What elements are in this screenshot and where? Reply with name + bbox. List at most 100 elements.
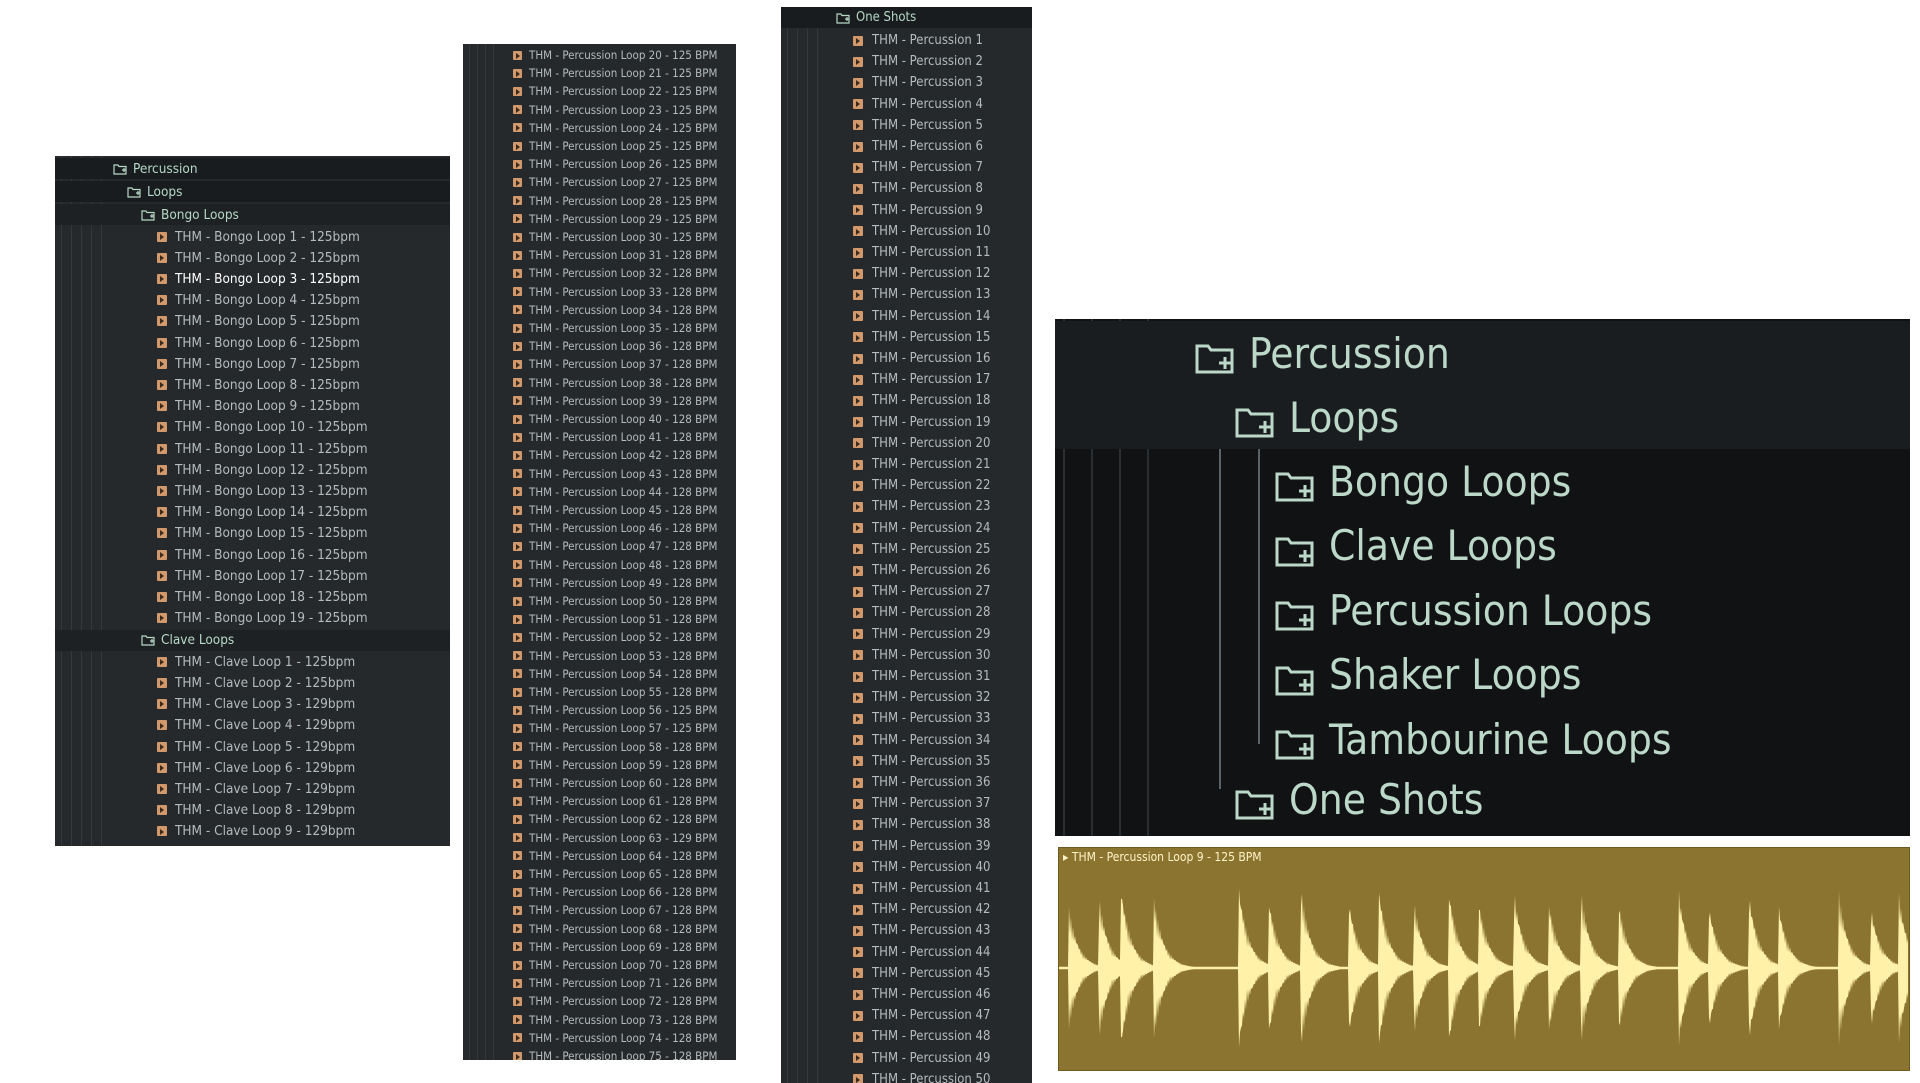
file-item[interactable]: THM - Percussion 48: [781, 1026, 1032, 1047]
file-item[interactable]: THM - Percussion Loop 36 - 128 BPM: [463, 337, 736, 355]
folder-clave-loops[interactable]: Clave Loops: [55, 629, 450, 651]
folder-subfolder[interactable]: Bongo Loops: [1055, 449, 1910, 513]
file-item[interactable]: THM - Percussion 18: [781, 390, 1032, 411]
folder-loops[interactable]: Loops: [55, 181, 450, 202]
file-item[interactable]: THM - Percussion Loop 47 - 128 BPM: [463, 537, 736, 555]
file-item[interactable]: THM - Percussion 32: [781, 687, 1032, 708]
file-item[interactable]: THM - Percussion Loop 57 - 125 BPM: [463, 719, 736, 737]
file-item[interactable]: THM - Bongo Loop 1 - 125bpm: [55, 226, 450, 247]
folder-loops[interactable]: Loops: [1055, 385, 1910, 449]
file-item[interactable]: THM - Percussion Loop 38 - 128 BPM: [463, 374, 736, 392]
file-item[interactable]: THM - Percussion 41: [781, 878, 1032, 899]
file-item[interactable]: THM - Percussion 44: [781, 942, 1032, 963]
file-item[interactable]: THM - Percussion 39: [781, 836, 1032, 857]
file-item[interactable]: THM - Percussion 1: [781, 30, 1032, 51]
file-item[interactable]: THM - Bongo Loop 10 - 125bpm: [55, 417, 450, 438]
file-item[interactable]: THM - Percussion 11: [781, 242, 1032, 263]
file-item[interactable]: THM - Percussion 46: [781, 984, 1032, 1005]
file-item[interactable]: THM - Percussion Loop 54 - 128 BPM: [463, 665, 736, 683]
file-item[interactable]: THM - Percussion 43: [781, 920, 1032, 941]
file-item[interactable]: THM - Percussion 35: [781, 751, 1032, 772]
file-item[interactable]: THM - Percussion Loop 68 - 128 BPM: [463, 920, 736, 938]
file-item[interactable]: THM - Percussion Loop 73 - 128 BPM: [463, 1011, 736, 1029]
file-item[interactable]: THM - Percussion 13: [781, 284, 1032, 305]
file-item[interactable]: THM - Percussion 50: [781, 1069, 1032, 1083]
file-item[interactable]: THM - Percussion 38: [781, 814, 1032, 835]
file-item[interactable]: THM - Percussion Loop 43 - 128 BPM: [463, 465, 736, 483]
file-item[interactable]: THM - Percussion Loop 24 - 125 BPM: [463, 119, 736, 137]
folder-percussion[interactable]: Percussion: [1055, 321, 1910, 385]
file-item[interactable]: THM - Percussion Loop 66 - 128 BPM: [463, 883, 736, 901]
file-item[interactable]: THM - Percussion 47: [781, 1005, 1032, 1026]
file-item[interactable]: THM - Percussion Loop 51 - 128 BPM: [463, 610, 736, 628]
file-item[interactable]: THM - Percussion 19: [781, 412, 1032, 433]
file-item[interactable]: THM - Bongo Loop 19 - 125bpm: [55, 608, 450, 629]
file-item[interactable]: THM - Percussion Loop 52 - 128 BPM: [463, 628, 736, 646]
file-item[interactable]: THM - Percussion Loop 71 - 126 BPM: [463, 974, 736, 992]
folder-percussion[interactable]: Percussion: [55, 158, 450, 179]
file-item[interactable]: THM - Percussion 15: [781, 327, 1032, 348]
file-item[interactable]: THM - Bongo Loop 11 - 125bpm: [55, 438, 450, 459]
file-item[interactable]: THM - Percussion 4: [781, 94, 1032, 115]
file-item[interactable]: THM - Percussion Loop 74 - 128 BPM: [463, 1029, 736, 1047]
file-item[interactable]: THM - Percussion Loop 40 - 128 BPM: [463, 410, 736, 428]
file-item[interactable]: THM - Percussion Loop 49 - 128 BPM: [463, 574, 736, 592]
file-item[interactable]: THM - Percussion 23: [781, 496, 1032, 517]
file-item[interactable]: THM - Bongo Loop 13 - 125bpm: [55, 480, 450, 501]
file-item[interactable]: THM - Bongo Loop 12 - 125bpm: [55, 459, 450, 480]
file-item[interactable]: THM - Percussion 42: [781, 899, 1032, 920]
file-item[interactable]: THM - Percussion 45: [781, 963, 1032, 984]
file-item[interactable]: THM - Bongo Loop 2 - 125bpm: [55, 247, 450, 268]
file-item[interactable]: THM - Percussion 5: [781, 115, 1032, 136]
file-item[interactable]: THM - Percussion 10: [781, 221, 1032, 242]
file-item[interactable]: THM - Percussion 25: [781, 539, 1032, 560]
file-item[interactable]: THM - Percussion Loop 20 - 125 BPM: [463, 46, 736, 64]
file-item[interactable]: THM - Percussion Loop 45 - 128 BPM: [463, 501, 736, 519]
file-item[interactable]: THM - Clave Loop 5 - 129bpm: [55, 736, 450, 757]
file-item[interactable]: THM - Percussion 28: [781, 602, 1032, 623]
file-item[interactable]: THM - Percussion Loop 39 - 128 BPM: [463, 392, 736, 410]
file-item[interactable]: THM - Percussion 20: [781, 433, 1032, 454]
file-item[interactable]: THM - Percussion Loop 55 - 128 BPM: [463, 683, 736, 701]
file-item[interactable]: THM - Bongo Loop 16 - 125bpm: [55, 544, 450, 565]
file-item[interactable]: THM - Percussion Loop 29 - 125 BPM: [463, 210, 736, 228]
folder-one-shots[interactable]: One Shots: [1055, 767, 1910, 831]
file-item[interactable]: THM - Clave Loop 9 - 129bpm: [55, 821, 450, 842]
file-item[interactable]: THM - Percussion Loop 41 - 128 BPM: [463, 428, 736, 446]
file-item[interactable]: THM - Percussion 21: [781, 454, 1032, 475]
file-item[interactable]: THM - Percussion Loop 69 - 128 BPM: [463, 938, 736, 956]
file-item[interactable]: THM - Clave Loop 6 - 129bpm: [55, 757, 450, 778]
file-item[interactable]: THM - Percussion Loop 42 - 128 BPM: [463, 446, 736, 464]
file-item[interactable]: THM - Percussion Loop 65 - 128 BPM: [463, 865, 736, 883]
file-item[interactable]: THM - Percussion Loop 67 - 128 BPM: [463, 901, 736, 919]
file-item[interactable]: THM - Percussion Loop 64 - 128 BPM: [463, 847, 736, 865]
file-item[interactable]: THM - Percussion 8: [781, 178, 1032, 199]
file-item[interactable]: THM - Percussion Loop 70 - 128 BPM: [463, 956, 736, 974]
file-item[interactable]: THM - Percussion Loop 28 - 125 BPM: [463, 192, 736, 210]
file-item[interactable]: THM - Percussion 37: [781, 793, 1032, 814]
file-item[interactable]: THM - Clave Loop 4 - 129bpm: [55, 715, 450, 736]
file-item[interactable]: THM - Percussion Loop 26 - 125 BPM: [463, 155, 736, 173]
file-item[interactable]: THM - Clave Loop 2 - 125bpm: [55, 673, 450, 694]
file-item[interactable]: THM - Bongo Loop 8 - 125bpm: [55, 374, 450, 395]
file-item[interactable]: THM - Percussion Loop 31 - 128 BPM: [463, 246, 736, 264]
file-item[interactable]: THM - Percussion Loop 30 - 125 BPM: [463, 228, 736, 246]
file-item[interactable]: THM - Percussion Loop 25 - 125 BPM: [463, 137, 736, 155]
file-item[interactable]: THM - Percussion Loop 72 - 128 BPM: [463, 992, 736, 1010]
file-item[interactable]: THM - Percussion Loop 75 - 128 BPM: [463, 1047, 736, 1060]
file-item[interactable]: THM - Percussion Loop 21 - 125 BPM: [463, 64, 736, 82]
file-item[interactable]: THM - Percussion Loop 62 - 128 BPM: [463, 810, 736, 828]
file-item[interactable]: THM - Percussion 34: [781, 730, 1032, 751]
file-item[interactable]: THM - Percussion Loop 32 - 128 BPM: [463, 264, 736, 282]
file-item[interactable]: THM - Percussion Loop 46 - 128 BPM: [463, 519, 736, 537]
file-item[interactable]: THM - Percussion 30: [781, 645, 1032, 666]
file-item[interactable]: THM - Percussion 24: [781, 518, 1032, 539]
file-item[interactable]: THM - Percussion 9: [781, 200, 1032, 221]
file-item[interactable]: THM - Percussion 6: [781, 136, 1032, 157]
file-item[interactable]: THM - Percussion Loop 50 - 128 BPM: [463, 592, 736, 610]
file-item[interactable]: THM - Percussion 33: [781, 708, 1032, 729]
file-item[interactable]: THM - Clave Loop 8 - 129bpm: [55, 800, 450, 821]
file-item[interactable]: THM - Percussion 22: [781, 475, 1032, 496]
file-item[interactable]: THM - Percussion 26: [781, 560, 1032, 581]
file-item[interactable]: THM - Percussion Loop 61 - 128 BPM: [463, 792, 736, 810]
